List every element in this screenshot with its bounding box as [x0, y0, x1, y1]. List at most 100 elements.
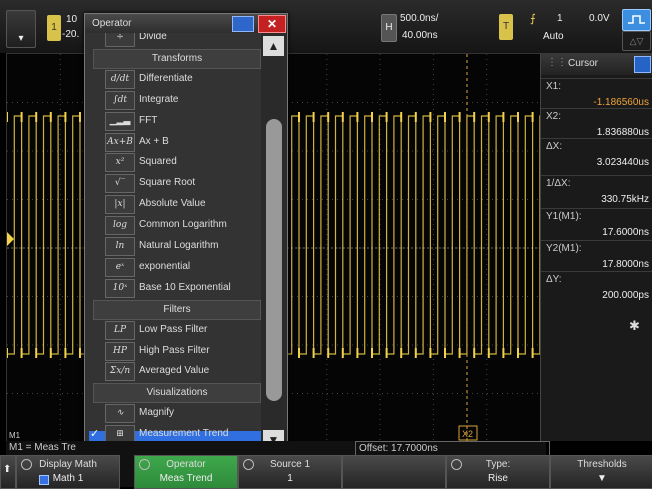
operator-item[interactable]: x² Squared	[105, 152, 259, 173]
operator-item[interactable]: ln Natural Logarithm	[105, 236, 259, 256]
operator-title: Operator	[92, 18, 132, 29]
operator-item-label: Absolute Value	[139, 198, 206, 210]
math-function-label: M1 = Meas Tre	[9, 442, 76, 453]
operator-item[interactable]: log Common Logarithm	[105, 215, 259, 236]
operator-item[interactable]: HP High Pass Filter	[105, 341, 259, 361]
up-arrow-icon: ⬆	[3, 464, 12, 475]
status-line: M1 = Meas Tre Offset: 17.7000ns	[6, 441, 550, 456]
minimize-button[interactable]	[232, 16, 254, 32]
softkey-value: Meas Trend	[159, 473, 213, 484]
operator-glyph-icon: d/dt	[105, 69, 135, 89]
trigger-tile[interactable]: T	[499, 14, 513, 40]
operator-item-label: Integrate	[139, 93, 179, 105]
softkey-1[interactable]: Display Math Math 1	[16, 455, 120, 489]
scroll-up-arrow-icon[interactable]: ▲	[263, 36, 284, 56]
operator-glyph-icon: Σx/n	[105, 362, 135, 382]
operator-item[interactable]: √‾ Square Root	[105, 173, 259, 194]
operator-popup: Operator ✕ ÷ Divide Transforms d/dt Differen…	[84, 13, 288, 455]
section-header: Filters	[93, 299, 261, 320]
offset-readout: Offset: 17.7000ns	[355, 441, 550, 456]
divider	[541, 175, 652, 176]
scrollbar-thumb[interactable]	[266, 119, 282, 401]
x2-cursor-label: X2	[462, 429, 473, 439]
operator-item[interactable]: ∿ Magnify	[105, 403, 259, 424]
operator-glyph-icon: HP	[105, 341, 135, 361]
section-header: Visualizations	[93, 383, 261, 404]
operator-item-label: Differentiate	[139, 72, 193, 84]
operator-item[interactable]: eˣ exponential	[105, 257, 259, 277]
softkey-title: Thresholds	[577, 459, 627, 470]
cursor-panel: ⋮⋮ Cursor ✱ X1: -1.186560us X2: 1.836880us Δ…	[540, 53, 652, 441]
trigger-source: 1	[557, 13, 563, 24]
cursor-readout-label: Y2(M1):	[546, 243, 582, 254]
softkey-value: Math 1	[52, 473, 84, 484]
operator-item-label: Common Logarithm	[139, 219, 227, 231]
softkey-2[interactable]: Operator Meas Trend	[134, 455, 238, 489]
operator-item-label: Ax + B	[139, 135, 169, 147]
operator-item[interactable]: ÷ Divide	[105, 33, 259, 47]
operator-item[interactable]: Ax+B Ax + B	[105, 132, 259, 152]
operator-item-label: Measurement Trend	[139, 428, 229, 440]
operator-glyph-icon: ÷	[105, 33, 135, 47]
waveform-display-button[interactable]	[622, 9, 651, 31]
close-button[interactable]: ✕	[258, 15, 286, 33]
divider	[541, 208, 652, 209]
waveform-icon	[628, 15, 645, 24]
operator-item-label: Averaged Value	[139, 365, 210, 377]
operator-item[interactable]: Σx/n Averaged Value	[105, 361, 259, 382]
operator-glyph-icon: 10ˣ	[105, 278, 135, 298]
softkey-title: Display Math	[39, 459, 97, 470]
operator-item-label: Squared	[139, 156, 177, 168]
operator-list[interactable]: ÷ Divide Transforms d/dt Differentiate ∫dt Int…	[85, 33, 261, 454]
cursor-readout-label: 1/ΔX:	[546, 178, 571, 189]
operator-glyph-icon: LP	[105, 320, 135, 340]
horizontal-delay: 40.00ns	[402, 30, 438, 41]
cursor-readout-value: 200.000ps	[602, 290, 649, 301]
back-button[interactable]: ⬆	[0, 455, 16, 489]
divider	[541, 78, 652, 79]
softkey-5[interactable]: Type: Rise	[446, 455, 550, 489]
operator-item-label: Natural Logarithm	[139, 240, 219, 251]
channel1-scale: 10	[66, 14, 78, 25]
cursor-readout-label: X1:	[546, 81, 562, 92]
rising-edge-icon: ⨍	[530, 13, 536, 25]
operator-item[interactable]: ▁▂▃ FFT	[105, 111, 259, 131]
trigger-level: 0.0V	[589, 13, 610, 24]
panel-menu-icon[interactable]	[634, 56, 651, 73]
operator-glyph-icon: eˣ	[105, 257, 135, 277]
operator-item[interactable]: d/dt Differentiate	[105, 69, 259, 89]
softkey-3[interactable]: Source 1 1	[238, 455, 342, 489]
operator-item[interactable]: |x| Absolute Value	[105, 194, 259, 215]
divider	[541, 240, 652, 241]
softkey-4[interactable]	[342, 455, 446, 489]
operator-item[interactable]: LP Low Pass Filter	[105, 320, 259, 340]
softkey-value: Rise	[487, 473, 508, 484]
operator-glyph-icon: log	[105, 216, 135, 236]
cursor-readout-value: 3.023440us	[596, 157, 649, 168]
cursor-panel-tab[interactable]: ⋮⋮ Cursor	[541, 53, 652, 75]
softkey-6[interactable]: Thresholds ▼	[550, 455, 652, 489]
softkey-value: ▼	[597, 473, 607, 484]
horizontal-tile[interactable]: H	[381, 14, 397, 42]
channel1-tile[interactable]: 1	[47, 15, 61, 41]
menu-dropdown-button[interactable]: ▾	[6, 10, 36, 48]
cursor-readout-label: ΔY:	[546, 274, 562, 285]
gear-icon[interactable]: ✱	[629, 318, 640, 334]
operator-titlebar[interactable]: Operator ✕	[85, 14, 287, 33]
cursor-readout-value: 17.8000ns	[602, 259, 649, 270]
cursor-readout-value: 1.836880us	[596, 127, 649, 138]
cursor-readout-value: 330.75kHz	[601, 194, 649, 205]
trigger-mode: Auto	[543, 31, 564, 42]
delta-measure-button[interactable]: △▽	[622, 31, 651, 51]
divider	[541, 271, 652, 272]
cursor-readout-value: 17.6000ns	[602, 227, 649, 238]
divider	[541, 138, 652, 139]
operator-item[interactable]: ∫dt Integrate	[105, 90, 259, 110]
drag-handle-icon[interactable]: ⋮⋮	[547, 57, 567, 68]
channel1-offset: -20.	[62, 29, 80, 40]
operator-item[interactable]: 10ˣ Base 10 Exponential	[105, 278, 259, 298]
checkmark-icon: ✓	[90, 428, 100, 441]
operator-glyph-icon: ∫dt	[105, 90, 135, 110]
operator-item-label: Low Pass Filter	[139, 323, 208, 335]
divider	[541, 108, 652, 109]
